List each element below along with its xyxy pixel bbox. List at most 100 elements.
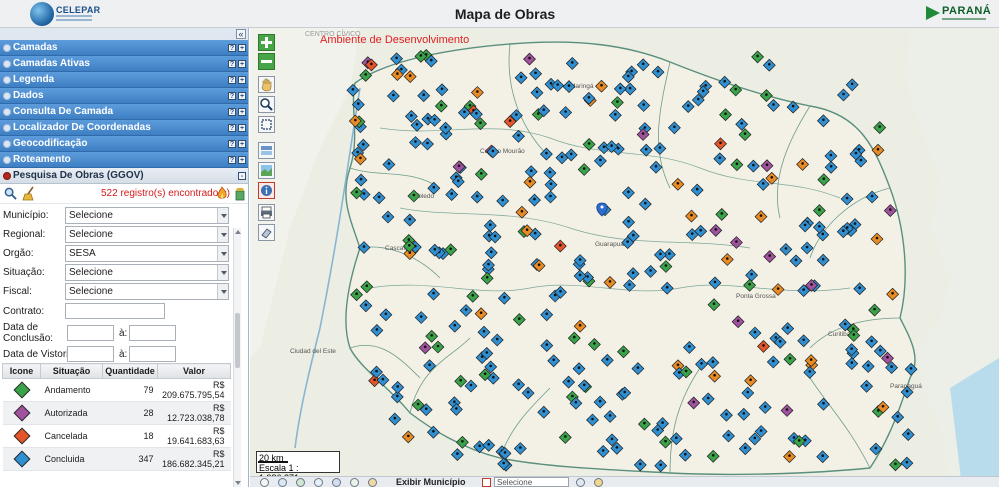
panel-camadas-ativas[interactable]: Camadas Ativas? + xyxy=(0,56,248,72)
collapse-sidebar-button[interactable]: « xyxy=(236,29,246,39)
table-row[interactable]: Andamento 79 R$ 209.675.795,54 xyxy=(2,378,231,402)
col-situacao[interactable]: Situação xyxy=(40,363,103,379)
help-icon[interactable] xyxy=(260,478,269,487)
help-button[interactable]: ? xyxy=(228,92,236,100)
zoom-box-button[interactable] xyxy=(258,96,275,113)
fiscal-select[interactable]: Selecione xyxy=(65,283,229,300)
print-button[interactable] xyxy=(258,204,275,221)
celepar-logo[interactable]: CELEPAR xyxy=(30,2,100,26)
orgao-select[interactable]: SESA xyxy=(65,245,229,262)
collapse-button[interactable]: - xyxy=(238,172,246,180)
obra-marker-figure xyxy=(600,83,603,87)
scroll-up-icon[interactable] xyxy=(235,230,241,234)
globe-icon[interactable] xyxy=(278,478,287,487)
obra-marker-figure xyxy=(768,254,771,257)
municipio-select[interactable]: Selecione xyxy=(65,207,229,224)
lock-icon[interactable] xyxy=(368,478,377,487)
print-map-icon[interactable] xyxy=(350,478,359,487)
sidebar-scrollbar[interactable] xyxy=(233,228,241,487)
expand-button[interactable]: + xyxy=(238,76,246,84)
fire-icon[interactable] xyxy=(216,186,228,201)
help-button[interactable]: ? xyxy=(228,60,236,68)
parana-logo[interactable]: PARANÁ xyxy=(926,3,996,25)
map-canvas[interactable]: CENTRO CÍVICO Cascavel Guarapuava Curiti… xyxy=(250,28,999,487)
pan-button[interactable] xyxy=(258,76,275,93)
panel-camadas[interactable]: Camadas? + xyxy=(0,40,248,56)
zoom-in-button[interactable] xyxy=(258,34,275,51)
panel-consulta-de-camada[interactable]: Consulta De Camada? + xyxy=(0,104,248,120)
obra-marker-figure xyxy=(444,125,447,129)
obra-marker-figure xyxy=(424,407,428,411)
col-quantidade[interactable]: Quantidade xyxy=(102,363,158,379)
expand-button[interactable]: + xyxy=(238,140,246,148)
panel-pesquisa-de-obras[interactable]: Pesquisa De Obras (GGOV) - xyxy=(0,168,248,184)
scroll-thumb[interactable] xyxy=(235,313,240,368)
obra-marker-figure xyxy=(850,361,854,364)
clear-broom-icon[interactable] xyxy=(594,478,603,487)
obra-marker-figure xyxy=(616,100,619,103)
panel-localizador-de-coordenadas[interactable]: Localizador De Coordenadas? + xyxy=(0,120,248,136)
chevron-down-icon[interactable] xyxy=(217,284,228,299)
scroll-down-icon[interactable] xyxy=(235,481,241,485)
obra-marker-figure xyxy=(381,377,385,381)
obra-marker-figure xyxy=(549,182,553,186)
col-icone[interactable]: Icone xyxy=(2,363,41,379)
data-vistoria-to-input[interactable] xyxy=(129,346,176,362)
expand-button[interactable]: + xyxy=(238,156,246,164)
clear-filters-broom-icon[interactable] xyxy=(22,186,36,201)
municipio-checkbox[interactable] xyxy=(482,478,491,487)
help-button[interactable]: ? xyxy=(228,44,236,52)
expand-button[interactable]: + xyxy=(238,44,246,52)
panel-geocodificacao[interactable]: Geocodificação? + xyxy=(0,136,248,152)
map-viewport[interactable]: CENTRO CÍVICO Cascavel Guarapuava Curiti… xyxy=(250,28,999,487)
obra-marker-figure xyxy=(684,369,688,373)
table-row[interactable]: Concluida 347 R$ 186.682.345,21 xyxy=(2,447,231,471)
search-icon[interactable] xyxy=(4,187,17,200)
layer-icon[interactable] xyxy=(296,478,305,487)
info-button[interactable] xyxy=(258,182,275,199)
expand-button[interactable]: + xyxy=(238,108,246,116)
panel-dados[interactable]: Dados? + xyxy=(0,88,248,104)
obra-marker-figure xyxy=(753,436,757,440)
data-conclusao-to-input[interactable] xyxy=(129,325,176,341)
data-conclusao-from-input[interactable] xyxy=(67,325,114,341)
expand-button[interactable]: + xyxy=(238,92,246,100)
obra-marker-figure xyxy=(768,62,771,66)
help-button[interactable]: ? xyxy=(228,108,236,116)
identify-layer-button[interactable] xyxy=(258,142,275,159)
location-icon[interactable] xyxy=(314,478,323,487)
obra-marker-figure xyxy=(673,125,676,129)
refresh-icon[interactable] xyxy=(332,478,341,487)
help-button[interactable]: ? xyxy=(228,156,236,164)
contrato-input[interactable] xyxy=(65,303,165,319)
result-count: 522 registro(s) encontrado(s) xyxy=(101,188,230,199)
table-row[interactable]: Autorizada 28 R$ 12.723.038,78 xyxy=(2,401,231,425)
regional-select[interactable]: Selecione xyxy=(65,226,229,243)
help-button[interactable]: ? xyxy=(228,140,236,148)
zoom-out-button[interactable] xyxy=(258,53,275,70)
situacao-select[interactable]: Selecione xyxy=(65,264,229,281)
panel-roteamento[interactable]: Roteamento? + xyxy=(0,152,248,168)
chevron-down-icon[interactable] xyxy=(217,227,228,242)
obra-marker-figure xyxy=(802,288,805,291)
help-button[interactable]: ? xyxy=(228,76,236,84)
chevron-down-icon[interactable] xyxy=(217,208,228,223)
expand-button[interactable]: + xyxy=(238,124,246,132)
search-icon[interactable] xyxy=(576,478,585,487)
data-vistoria-from-input[interactable] xyxy=(67,346,114,362)
chevron-down-icon[interactable] xyxy=(217,246,228,261)
export-icon[interactable] xyxy=(234,187,246,201)
col-valor[interactable]: Valor xyxy=(157,363,231,379)
expand-button[interactable]: + xyxy=(238,60,246,68)
obra-marker-figure xyxy=(627,190,630,194)
chevron-down-icon[interactable] xyxy=(217,265,228,280)
zoom-extent-button[interactable] xyxy=(258,116,275,133)
table-row[interactable]: Cancelada 18 R$ 19.641.683,63 xyxy=(2,424,231,448)
map-layer-button[interactable] xyxy=(258,162,275,179)
obra-marker-figure xyxy=(517,134,520,137)
panel-legenda[interactable]: Legenda? + xyxy=(0,72,248,88)
eraser-button[interactable] xyxy=(258,224,275,241)
help-button[interactable]: ? xyxy=(228,124,236,132)
exibir-municipio-select[interactable]: Selecione xyxy=(494,477,569,487)
celepar-globe-icon xyxy=(30,2,54,26)
